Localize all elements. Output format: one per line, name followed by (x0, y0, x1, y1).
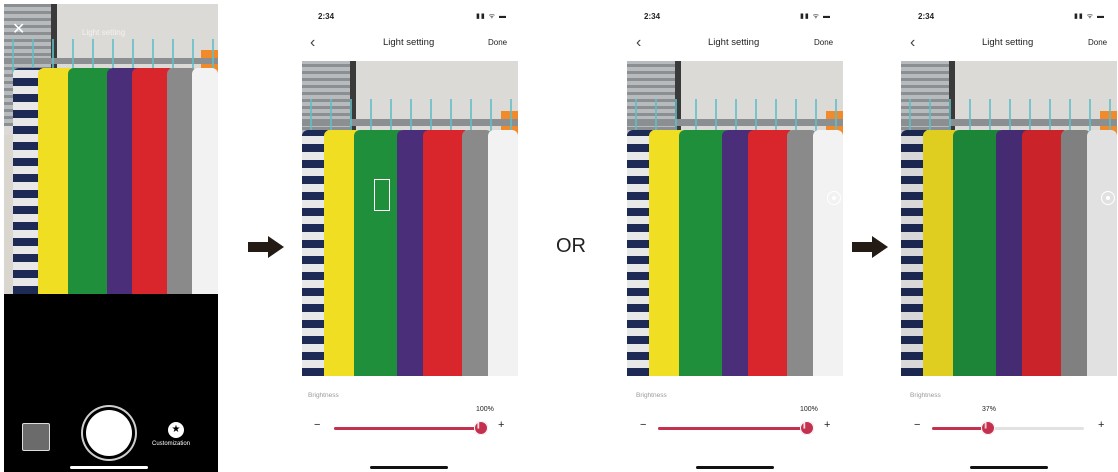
done-button[interactable]: Done (814, 38, 833, 47)
brightness-slider[interactable] (334, 421, 488, 435)
brightness-label: Brightness (910, 392, 941, 399)
gallery-thumbnail-button[interactable] (22, 423, 50, 451)
camera-screen: ✕ Light setting ★ Customization (4, 4, 218, 472)
arrow-right-icon (852, 236, 888, 258)
page-title: Light setting (708, 37, 760, 48)
status-time: 2:34 (318, 12, 335, 21)
page-title: Light setting (383, 37, 435, 48)
customization-label[interactable]: Customization (152, 441, 190, 447)
brightness-increase-button[interactable]: + (498, 420, 504, 431)
brightness-increase-button[interactable]: + (824, 420, 830, 431)
brightness-slider[interactable] (658, 421, 814, 435)
status-time: 2:34 (918, 12, 935, 21)
home-indicator (370, 466, 448, 469)
shutter-button[interactable] (86, 410, 132, 456)
photo-preview[interactable] (302, 61, 518, 376)
brightness-value: 100% (476, 406, 494, 413)
done-button[interactable]: Done (1088, 38, 1107, 47)
status-icons: ▮▮ ᯤ ▬ (476, 13, 507, 20)
brightness-decrease-button[interactable]: − (914, 420, 920, 431)
done-button[interactable]: Done (488, 38, 507, 47)
brightness-label: Brightness (308, 392, 339, 399)
light-setting-screen-3: 2:34 ▮▮ ᯤ ▬ ‹ Light setting Done Brightn… (898, 0, 1118, 472)
home-indicator (696, 466, 774, 469)
customization-icon[interactable]: ★ (168, 422, 184, 438)
photo-preview[interactable] (901, 61, 1117, 376)
brightness-slider[interactable] (932, 421, 1084, 435)
brightness-slider-knob[interactable] (981, 421, 996, 435)
camera-preview (4, 4, 218, 294)
brightness-fill (334, 427, 484, 430)
back-icon[interactable]: ‹ (310, 34, 315, 52)
brightness-value: 100% (800, 406, 818, 413)
close-icon[interactable]: ✕ (12, 22, 25, 38)
light-setting-screen-1: 2:34 ▮▮ ᯤ ▬ ‹ Light setting Done Brightn… (300, 0, 520, 472)
brightness-fill (658, 427, 810, 430)
status-icons: ▮▮ ᯤ ▬ (800, 13, 831, 20)
status-icons: ▮▮ ᯤ ▬ (1074, 13, 1105, 20)
selection-box[interactable] (374, 179, 390, 211)
back-icon[interactable]: ‹ (636, 34, 641, 52)
page-title: Light setting (982, 37, 1034, 48)
target-icon[interactable] (827, 191, 841, 205)
brightness-fill (932, 427, 989, 430)
brightness-slider-knob[interactable] (474, 421, 488, 435)
brightness-decrease-button[interactable]: − (314, 420, 320, 431)
brightness-value: 37% (982, 406, 997, 413)
target-icon[interactable] (1101, 191, 1115, 205)
home-indicator (70, 466, 148, 469)
camera-title: Light setting (82, 28, 126, 37)
brightness-increase-button[interactable]: + (1098, 420, 1104, 431)
brightness-label: Brightness (636, 392, 667, 399)
arrow-right-icon (248, 236, 284, 258)
status-time: 2:34 (644, 12, 661, 21)
light-setting-screen-2: 2:34 ▮▮ ᯤ ▬ ‹ Light setting Done Brightn… (624, 0, 844, 472)
home-indicator (970, 466, 1048, 469)
or-separator: OR (556, 235, 586, 257)
back-icon[interactable]: ‹ (910, 34, 915, 52)
photo-preview[interactable] (627, 61, 843, 376)
brightness-slider-knob[interactable] (800, 421, 814, 435)
brightness-decrease-button[interactable]: − (640, 420, 646, 431)
